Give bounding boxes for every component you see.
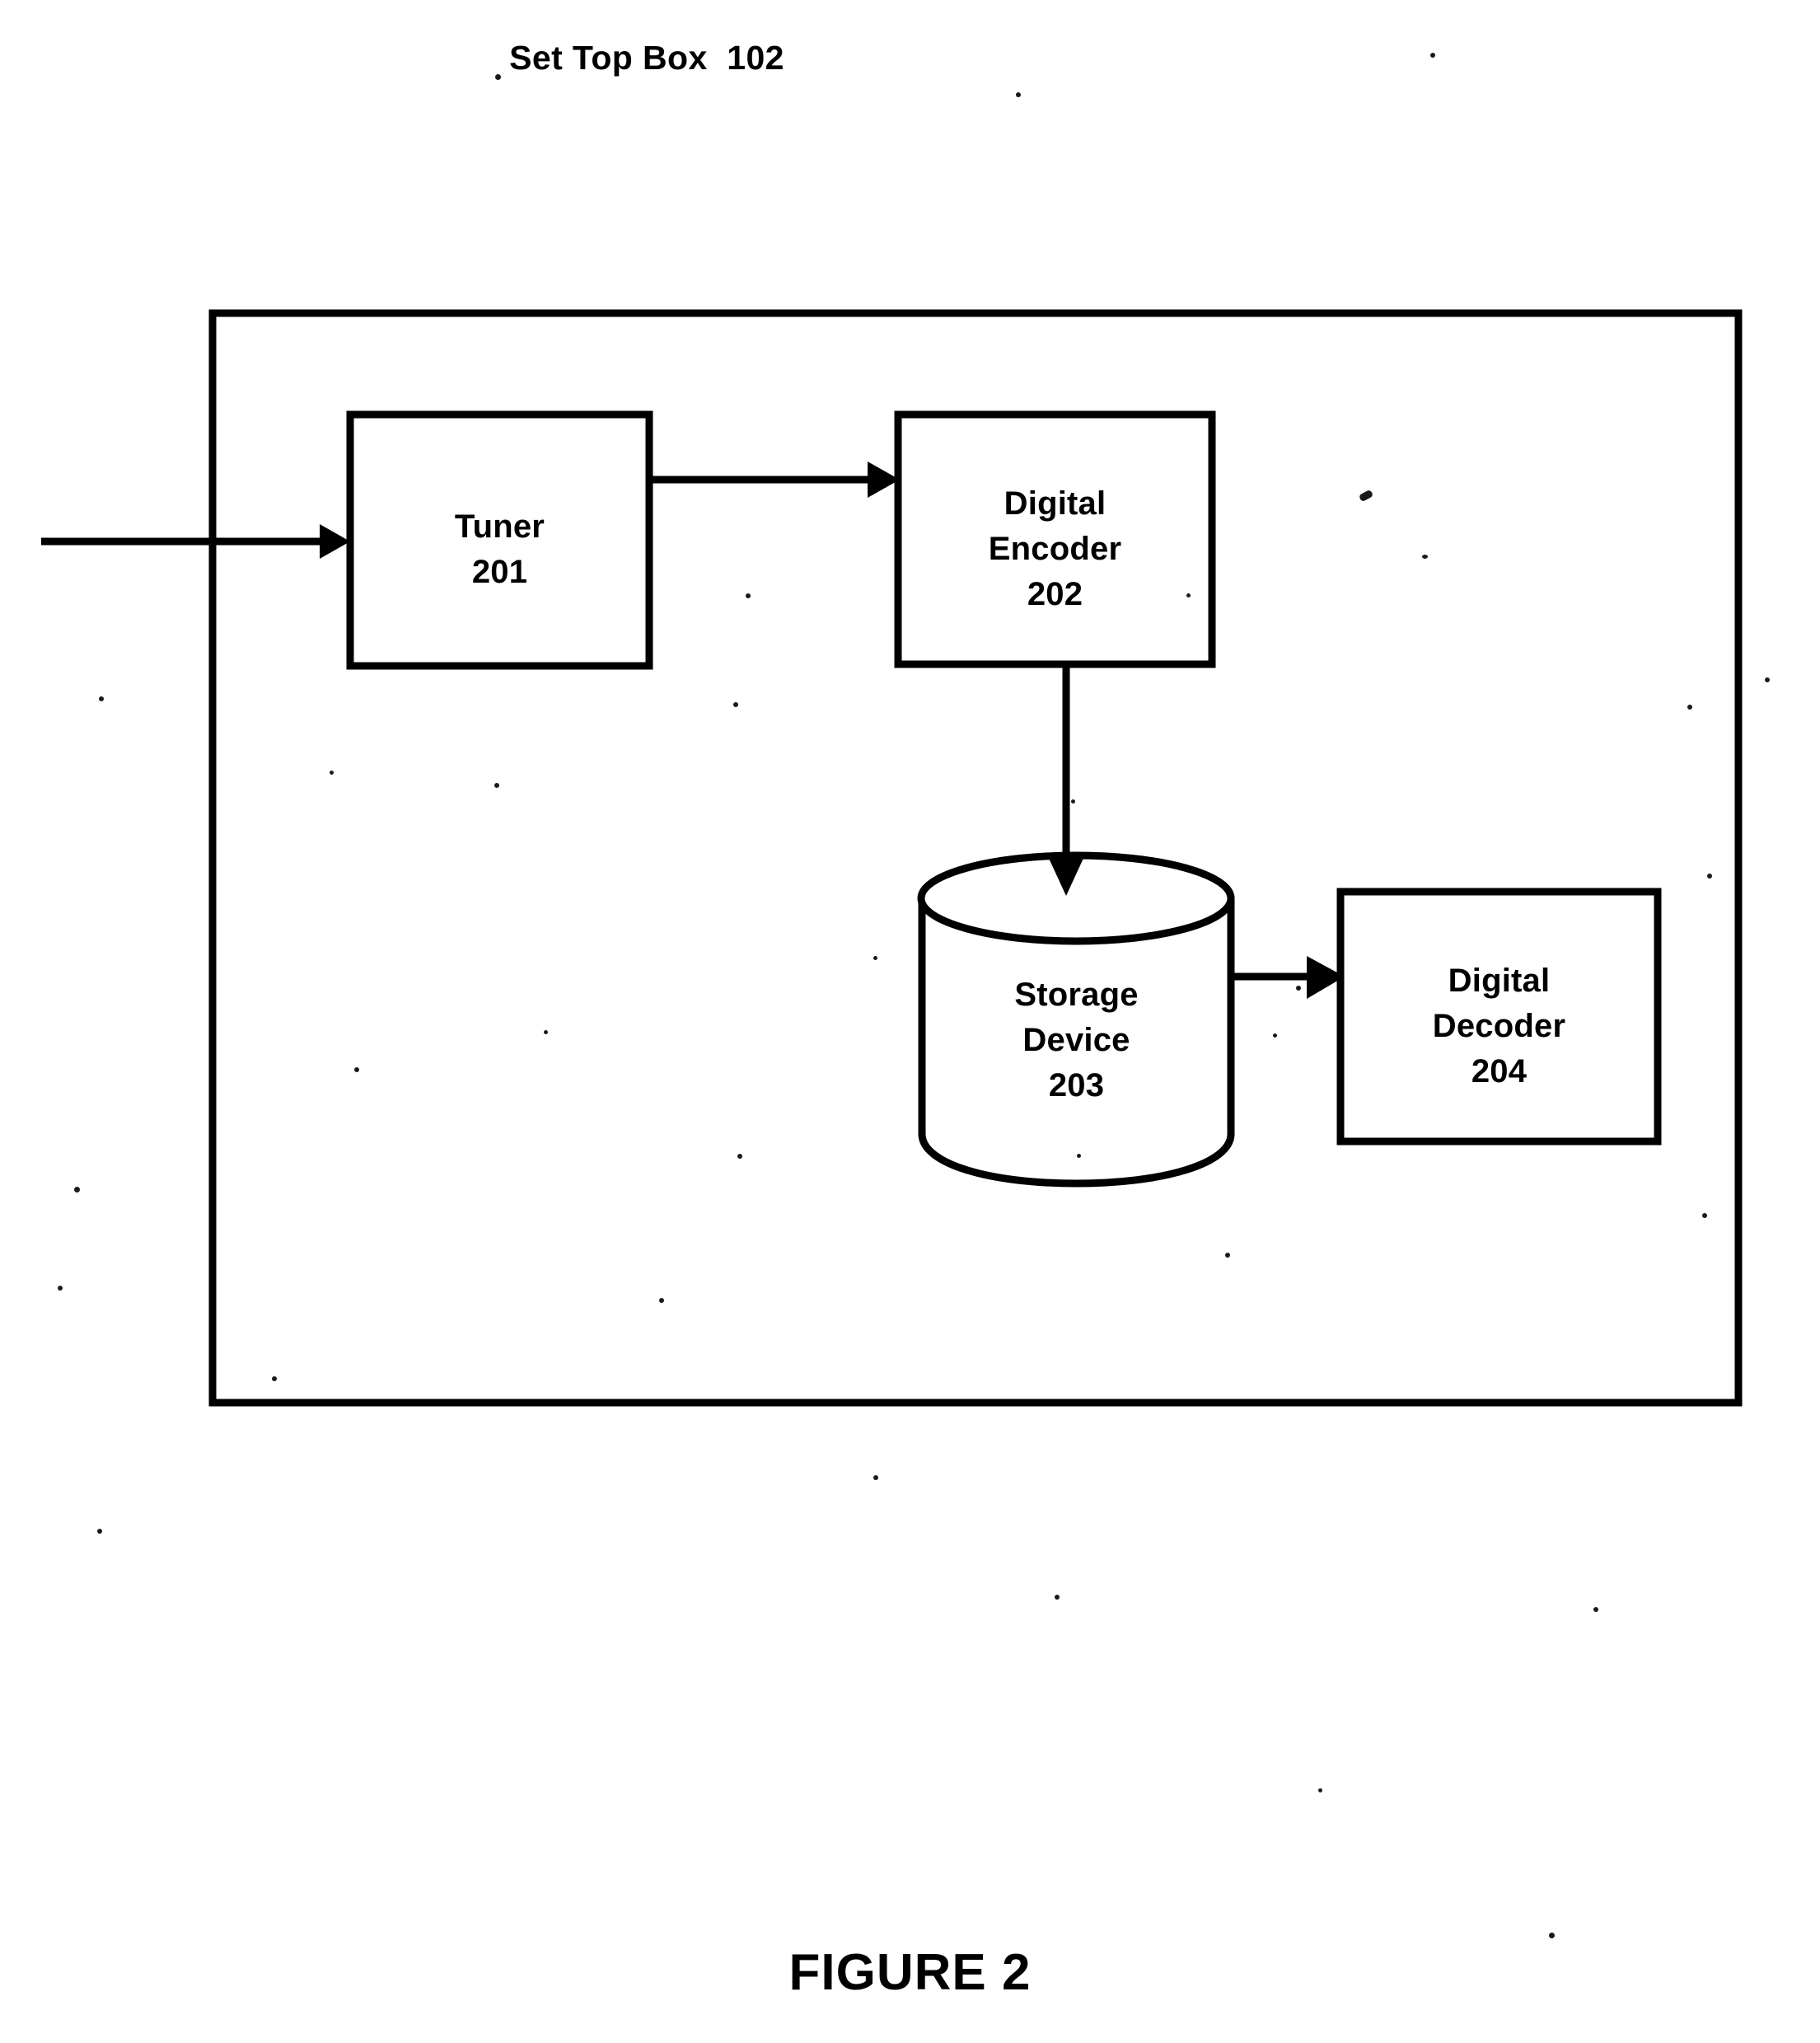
scan-speck — [495, 74, 501, 80]
scan-speck — [1055, 1595, 1060, 1600]
connector-input-to-tuner — [41, 524, 350, 559]
scan-speck — [737, 1154, 742, 1159]
figure-caption: FIGURE 2 — [788, 1944, 1032, 2001]
tuner-box — [346, 410, 653, 670]
scan-speck — [1593, 1607, 1598, 1612]
scan-speck — [1016, 92, 1021, 97]
scan-speck — [1225, 1253, 1230, 1258]
scan-speck — [733, 702, 738, 707]
scan-speck — [1702, 1213, 1707, 1218]
scan-speck — [74, 1187, 80, 1193]
scan-speck — [1687, 705, 1692, 710]
scan-speck — [1430, 53, 1435, 58]
scan-speck — [659, 1298, 664, 1303]
connector-storage-to-decoder — [1231, 956, 1345, 999]
scan-speck — [873, 1475, 878, 1480]
storage-device-cylinder — [917, 851, 1235, 1188]
scan-speck — [544, 1030, 548, 1034]
scan-speck — [746, 593, 751, 598]
scan-speck — [1765, 677, 1770, 682]
scan-speck — [873, 956, 877, 960]
scan-speck — [494, 783, 499, 788]
digital-decoder-box — [1336, 888, 1662, 1146]
scan-speck — [330, 771, 334, 775]
scan-speck — [272, 1376, 277, 1381]
scan-speck — [97, 1529, 102, 1534]
scan-speck — [1273, 1033, 1277, 1038]
scan-speck — [1077, 1154, 1081, 1158]
scan-speck — [1707, 874, 1712, 879]
scan-speck — [99, 696, 104, 701]
scan-speck — [1318, 1788, 1322, 1792]
figure-root: Set Top Box 102 Tuner 201 Digital Encode… — [0, 0, 1820, 2043]
connector-tuner-to-encoder — [649, 462, 900, 498]
scan-speck — [1186, 593, 1191, 597]
scan-speck — [1549, 1933, 1555, 1938]
diagram-canvas — [41, 309, 1743, 1407]
connector-encoder-to-storage — [1046, 664, 1086, 896]
scan-speck — [354, 1067, 359, 1072]
scan-speck — [1422, 555, 1428, 559]
scan-speck — [58, 1286, 63, 1291]
digital-encoder-box — [894, 410, 1216, 668]
scan-speck — [1071, 799, 1075, 804]
scan-speck — [1296, 986, 1301, 991]
